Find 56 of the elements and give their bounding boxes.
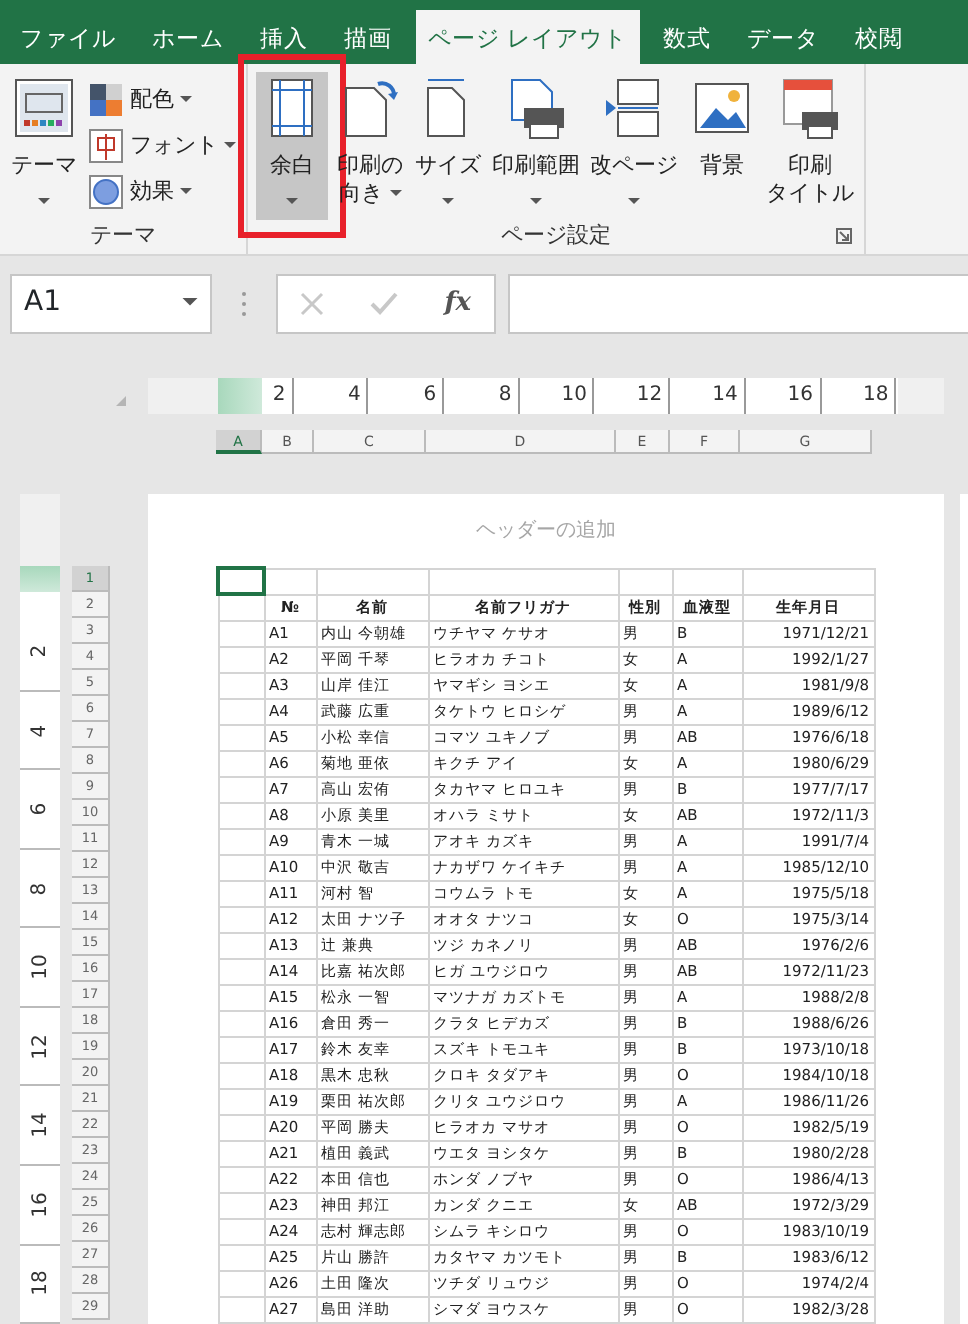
ruler-number: 10 bbox=[27, 954, 53, 981]
ruler-number: 16 bbox=[787, 384, 813, 406]
active-cell[interactable] bbox=[218, 568, 264, 594]
ribbon-tab[interactable]: ページ レイアウト bbox=[416, 10, 640, 64]
ruler-number: 4 bbox=[348, 384, 361, 406]
ribbon-tab[interactable]: ホーム bbox=[140, 10, 236, 64]
ruler-number: 4 bbox=[27, 723, 53, 737]
ruler-number: 12 bbox=[27, 1033, 53, 1060]
check-icon[interactable] bbox=[370, 291, 399, 315]
printer-table-icon bbox=[778, 76, 842, 140]
ribbon-button[interactable]: テーマ bbox=[8, 72, 80, 220]
ruler-number: 14 bbox=[712, 384, 738, 406]
ruler-number: 10 bbox=[561, 384, 587, 406]
group-label: テーマ bbox=[90, 222, 156, 248]
theme-icon bbox=[12, 76, 76, 140]
ruler-number: 18 bbox=[27, 1270, 53, 1297]
ribbon-tab[interactable]: 描画 bbox=[332, 10, 404, 64]
ribbon-button[interactable]: 背景 bbox=[686, 72, 758, 220]
dialog-launcher-icon[interactable] bbox=[836, 228, 852, 244]
formula-input[interactable] bbox=[508, 273, 968, 333]
caret-icon bbox=[180, 188, 192, 196]
font-icon bbox=[88, 128, 124, 164]
circle-icon bbox=[88, 174, 124, 210]
caret-icon bbox=[180, 96, 192, 104]
ruler-number: 8 bbox=[498, 384, 512, 406]
ruler-number: 8 bbox=[27, 881, 53, 895]
ribbon-button[interactable]: 印刷範囲 bbox=[490, 72, 582, 220]
ruler-number: 14 bbox=[27, 1112, 53, 1139]
ruler-number: 6 bbox=[423, 384, 437, 406]
cancel-icon[interactable] bbox=[300, 291, 325, 315]
ribbon-small-button[interactable]: 効果 bbox=[86, 172, 238, 212]
ribbon-button[interactable]: 印刷 タイトル bbox=[764, 72, 856, 220]
caret-icon bbox=[182, 298, 198, 308]
ribbon-small-button[interactable]: 配色 bbox=[86, 80, 238, 120]
color-squares-icon bbox=[88, 82, 124, 118]
ribbon-button[interactable]: 改ページ bbox=[588, 72, 680, 220]
ruler-number: 6 bbox=[27, 802, 53, 816]
ribbon-small-button[interactable]: フォント bbox=[86, 126, 238, 166]
group-label: ページ設定 bbox=[501, 222, 611, 248]
ribbon-tab[interactable]: 校閲 bbox=[843, 10, 916, 64]
caret-icon bbox=[224, 142, 236, 150]
insert-function-button[interactable]: fx bbox=[444, 283, 472, 323]
ribbon-tab[interactable]: 数式 bbox=[651, 10, 724, 64]
grip-icon[interactable] bbox=[240, 289, 248, 317]
ruler-number: 18 bbox=[862, 384, 889, 406]
ribbon-button[interactable]: 余白 bbox=[256, 72, 328, 220]
ribbon-tab[interactable]: ファイル bbox=[8, 10, 128, 64]
ruler-number: 16 bbox=[27, 1191, 53, 1218]
ribbon-tab[interactable]: データ bbox=[735, 10, 832, 64]
ruler-number: 2 bbox=[27, 644, 53, 658]
ruler-number: 2 bbox=[272, 384, 286, 406]
name-box[interactable]: A1 bbox=[10, 273, 212, 333]
ribbon-button[interactable]: サイズ bbox=[412, 72, 484, 220]
ribbon-tab[interactable]: 挿入 bbox=[248, 10, 320, 64]
ruler-number: 12 bbox=[636, 384, 663, 406]
select-all-icon[interactable] bbox=[116, 396, 126, 406]
